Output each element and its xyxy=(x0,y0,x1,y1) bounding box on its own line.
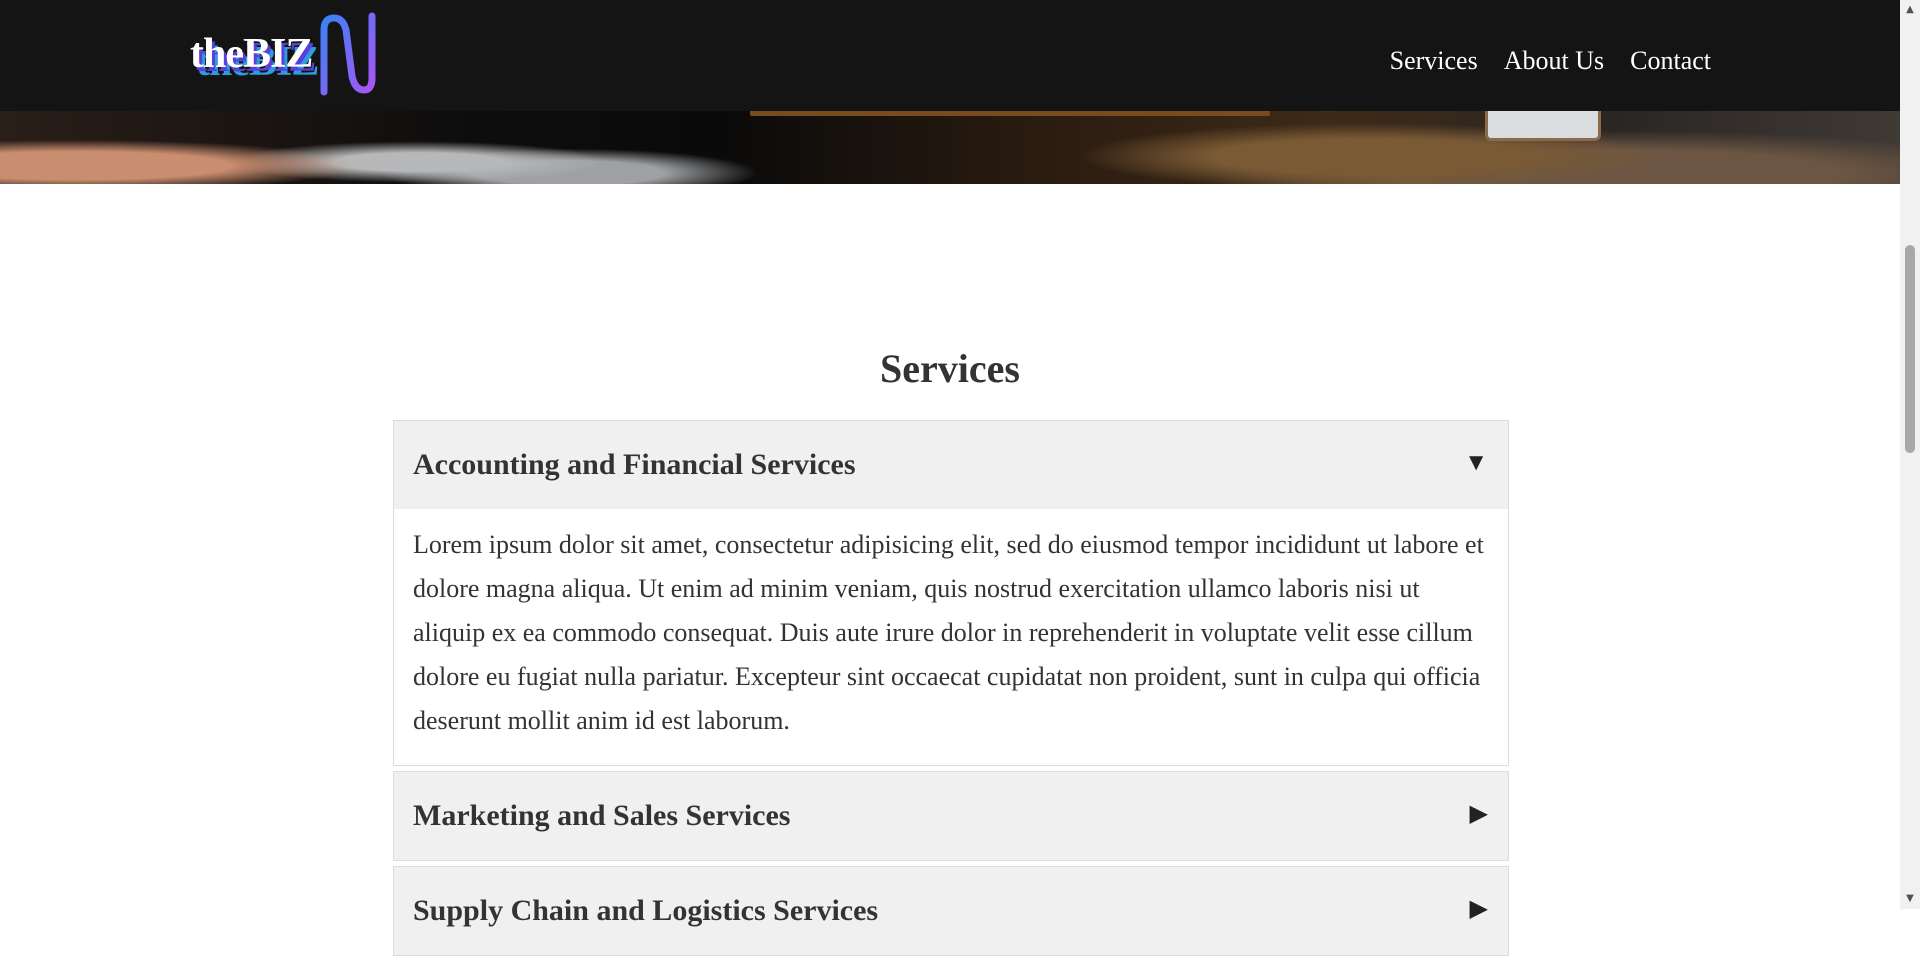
nav-link-services[interactable]: Services xyxy=(1390,44,1478,78)
accordion-header-accounting[interactable]: Accounting and Financial Services ▼ xyxy=(394,421,1508,509)
accordion-header-marketing[interactable]: Marketing and Sales Services ▶ xyxy=(394,772,1508,860)
accordion-header-supply-chain[interactable]: Supply Chain and Logistics Services ▶ xyxy=(394,867,1508,955)
services-accordion: Accounting and Financial Services ▼ Lore… xyxy=(393,420,1509,961)
scroll-up-arrow-icon[interactable]: ▲ xyxy=(1900,0,1920,20)
services-heading: Services xyxy=(880,346,1020,391)
accordion-item-accounting: Accounting and Financial Services ▼ Lore… xyxy=(393,420,1509,766)
accordion-title: Accounting and Financial Services xyxy=(413,448,856,481)
accordion-body-accounting: Lorem ipsum dolor sit amet, consectetur … xyxy=(413,530,1484,735)
scrollbar-thumb[interactable] xyxy=(1905,245,1915,453)
caret-down-icon: ▼ xyxy=(1464,450,1488,476)
accordion-title: Supply Chain and Logistics Services xyxy=(413,894,879,927)
logo-mark-icon xyxy=(320,12,376,96)
site-header: theBIZ Services About Us Contact xyxy=(0,0,1900,111)
site-logo[interactable]: theBIZ xyxy=(190,12,380,98)
caret-right-icon: ▶ xyxy=(1469,801,1488,827)
accordion-item-supply-chain: Supply Chain and Logistics Services ▶ xyxy=(393,866,1509,956)
nav-link-contact[interactable]: Contact xyxy=(1630,44,1711,78)
scroll-down-arrow-icon[interactable]: ▼ xyxy=(1900,889,1920,909)
main-nav: Services About Us Contact xyxy=(1390,44,1711,78)
page-scrollbar[interactable]: ▲ ▼ xyxy=(1900,0,1920,909)
accordion-title: Marketing and Sales Services xyxy=(413,799,791,832)
accordion-item-marketing: Marketing and Sales Services ▶ xyxy=(393,771,1509,861)
logo-text: theBIZ xyxy=(190,31,313,77)
nav-link-about-us[interactable]: About Us xyxy=(1504,44,1604,78)
caret-right-icon: ▶ xyxy=(1469,896,1488,922)
